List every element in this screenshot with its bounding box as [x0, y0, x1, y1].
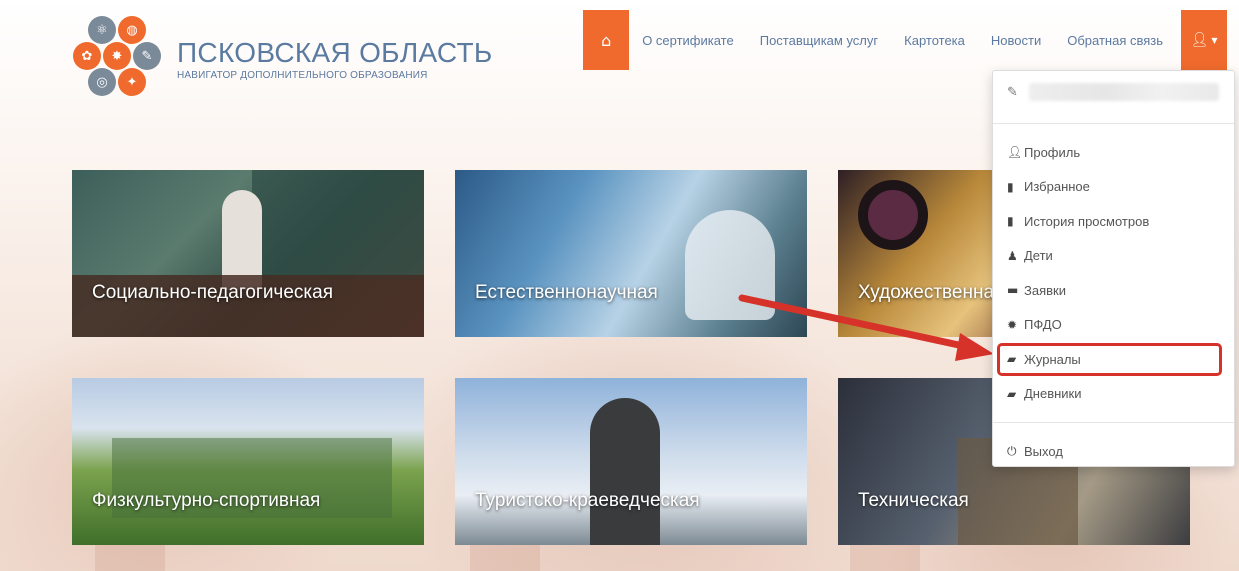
- category-tile-sport[interactable]: Физкультурно-спортивная: [72, 378, 424, 545]
- tile-image: [685, 210, 775, 320]
- menu-item-label: Дневники: [1024, 386, 1082, 402]
- nav-link-feedback[interactable]: Обратная связь: [1054, 10, 1176, 70]
- edit-icon: ✎: [1007, 84, 1018, 100]
- power-icon: ⏻: [1007, 443, 1017, 458]
- folder-icon: ▬: [1007, 283, 1019, 298]
- book-icon: ▰: [1007, 386, 1017, 401]
- category-label: Физкультурно-спортивная: [92, 490, 321, 511]
- divider: [993, 123, 1234, 124]
- menu-item-profile[interactable]: 👤︎ Профиль: [993, 135, 1234, 170]
- tools-icon: ✎: [133, 42, 161, 70]
- bookmark-icon: ▮: [1007, 214, 1014, 229]
- site-subtitle: НАВИГАТОР ДОПОЛНИТЕЛЬНОГО ОБРАЗОВАНИЯ: [177, 69, 428, 81]
- category-label: Художественная: [858, 282, 1005, 303]
- menu-item-history[interactable]: ▮ История просмотров: [993, 204, 1234, 239]
- user-menu-toggle[interactable]: 👤︎ ▼: [1181, 10, 1227, 70]
- menu-item-diaries[interactable]: ▰ Дневники: [993, 377, 1234, 412]
- logo-emblem: ⚛ ◍ ✿ ✸ ✎ ◎ ✦: [73, 16, 163, 102]
- category-label: Туристско-краеведческая: [475, 490, 700, 511]
- site-logo[interactable]: ⚛ ◍ ✿ ✸ ✎ ◎ ✦ ПСКОВСКАЯ ОБЛАСТЬ НАВИГАТО…: [73, 16, 493, 102]
- site-title: ПСКОВСКАЯ ОБЛАСТЬ: [177, 36, 493, 68]
- paint-icon: ✦: [118, 68, 146, 96]
- menu-item-label: ПФДО: [1024, 317, 1062, 333]
- category-label: Социально-педагогическая: [92, 282, 333, 303]
- menu-item-label: Избранное: [1024, 179, 1090, 195]
- category-tile-social[interactable]: Социально-педагогическая: [72, 170, 424, 337]
- nav-link-catalog[interactable]: Картотека: [891, 10, 978, 70]
- certificate-icon: ✹: [1007, 317, 1018, 332]
- star-icon: ✸: [103, 42, 131, 70]
- user-name-blurred: [1029, 83, 1219, 101]
- globe-icon: ◍: [118, 16, 146, 44]
- menu-item-label: Дети: [1024, 248, 1053, 264]
- main-nav: ⌂ О сертификате Поставщикам услуг Картот…: [583, 10, 1227, 70]
- home-icon: ⌂: [601, 30, 612, 50]
- menu-item-label: История просмотров: [1024, 213, 1150, 229]
- category-tile-tourism[interactable]: Туристско-краеведческая: [455, 378, 807, 545]
- palette-icon: ✿: [73, 42, 101, 70]
- category-tile-science[interactable]: Естественнонаучная: [455, 170, 807, 337]
- category-label: Естественнонаучная: [475, 282, 658, 303]
- nav-link-providers[interactable]: Поставщикам услуг: [747, 10, 891, 70]
- child-icon: ♟: [1007, 248, 1018, 263]
- menu-item-favorites[interactable]: ▮ Избранное: [993, 170, 1234, 205]
- dropdown-user-row[interactable]: ✎: [993, 72, 1234, 112]
- home-button[interactable]: ⌂: [583, 10, 630, 70]
- user-dropdown-menu: ✎ 👤︎ Профиль ▮ Избранное ▮ История просм…: [992, 70, 1235, 467]
- user-icon: 👤︎: [1007, 145, 1023, 160]
- user-icon: 👤︎: [1190, 32, 1209, 48]
- menu-item-applications[interactable]: ▬ Заявки: [993, 273, 1234, 308]
- ball-icon: ◎: [88, 68, 116, 96]
- menu-item-children[interactable]: ♟ Дети: [993, 239, 1234, 274]
- highlight-box: [997, 343, 1222, 376]
- menu-item-label: Выход: [1024, 443, 1063, 459]
- atom-icon: ⚛: [88, 16, 116, 44]
- tile-image: [590, 398, 660, 545]
- tile-image: [252, 170, 424, 280]
- menu-item-journals[interactable]: ▰ Журналы: [993, 342, 1234, 377]
- tile-image: [858, 180, 928, 250]
- nav-link-certificate[interactable]: О сертификате: [629, 10, 747, 70]
- nav-link-news[interactable]: Новости: [978, 10, 1054, 70]
- menu-item-logout[interactable]: ⏻ Выход: [993, 434, 1234, 469]
- caret-down-icon: ▼: [1211, 35, 1218, 45]
- menu-item-pfdo[interactable]: ✹ ПФДО: [993, 308, 1234, 343]
- category-label: Техническая: [858, 490, 969, 511]
- divider: [993, 422, 1234, 423]
- menu-item-label: Профиль: [1024, 144, 1081, 160]
- menu-item-label: Заявки: [1024, 282, 1066, 298]
- bookmark-icon: ▮: [1007, 179, 1014, 194]
